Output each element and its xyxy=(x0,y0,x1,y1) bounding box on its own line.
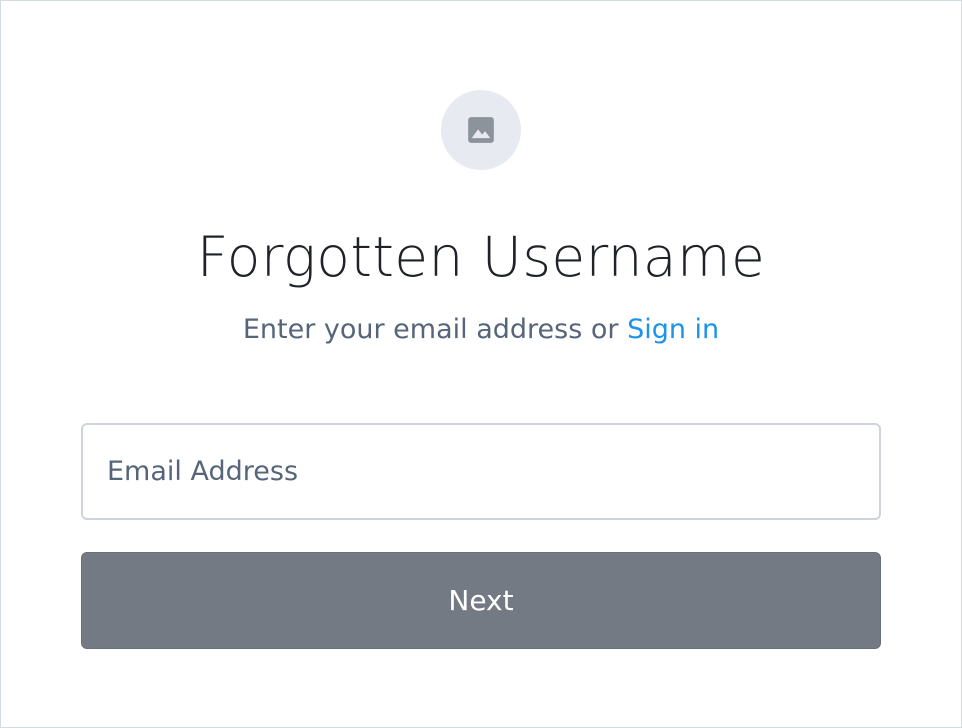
subtitle-text: Enter your email address or xyxy=(242,314,628,345)
email-field[interactable] xyxy=(81,423,881,520)
sign-in-link[interactable]: Sign in xyxy=(627,314,719,345)
subtitle: Enter your email address or Sign in xyxy=(1,311,961,349)
logo xyxy=(441,90,521,170)
next-button[interactable]: Next xyxy=(81,552,881,649)
page-title: Forgotten Username xyxy=(196,225,766,289)
forgotten-username-card: Forgotten Username Enter your email addr… xyxy=(0,0,962,728)
image-placeholder-icon xyxy=(468,117,494,143)
